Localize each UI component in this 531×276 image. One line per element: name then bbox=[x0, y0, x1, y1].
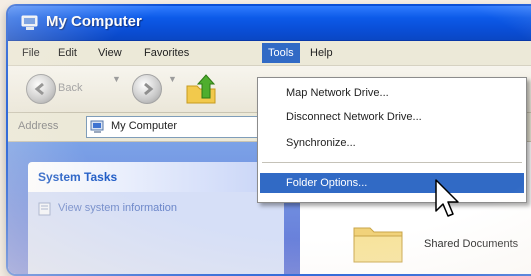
address-label: Address bbox=[18, 120, 59, 132]
my-computer-icon bbox=[21, 15, 38, 30]
menu-favorites[interactable]: Favorites bbox=[138, 45, 195, 62]
back-label: Back bbox=[58, 82, 83, 94]
menu-help[interactable]: Help bbox=[304, 45, 339, 62]
address-value: My Computer bbox=[111, 120, 178, 132]
back-circle bbox=[26, 74, 56, 104]
menu-separator bbox=[262, 162, 522, 163]
menu-item-folder-options[interactable]: Folder Options... bbox=[260, 173, 524, 193]
mouse-pointer-icon bbox=[435, 179, 459, 217]
back-arrow-icon bbox=[34, 82, 44, 96]
tools-menu-dropdown: Map Network Drive... Disconnect Network … bbox=[257, 77, 527, 203]
menu-tools[interactable]: Tools bbox=[262, 43, 300, 63]
shared-documents-label[interactable]: Shared Documents bbox=[424, 238, 518, 250]
back-dropdown-icon[interactable]: ▼ bbox=[112, 74, 121, 84]
task-view-system-info[interactable]: View system information bbox=[58, 202, 177, 214]
back-button[interactable]: Back bbox=[26, 74, 106, 104]
menu-view[interactable]: View bbox=[92, 45, 128, 62]
shared-documents-folder-icon[interactable] bbox=[352, 220, 404, 264]
my-computer-small-icon bbox=[90, 120, 104, 133]
forward-arrow-icon bbox=[144, 82, 154, 96]
window-title: My Computer bbox=[46, 13, 142, 30]
system-tasks-body: View system information bbox=[28, 192, 284, 274]
menu-item-map-network-drive[interactable]: Map Network Drive... bbox=[260, 83, 524, 103]
forward-dropdown-icon[interactable]: ▼ bbox=[168, 74, 177, 84]
up-folder-icon[interactable] bbox=[184, 72, 220, 106]
system-info-icon bbox=[38, 202, 51, 216]
menu-item-synchronize[interactable]: Synchronize... bbox=[260, 133, 524, 153]
menu-bar: File Edit View Favorites Tools Help bbox=[8, 41, 531, 66]
menu-item-disconnect-network-drive[interactable]: Disconnect Network Drive... bbox=[260, 107, 524, 127]
title-bar[interactable]: My Computer bbox=[8, 6, 531, 41]
menu-edit[interactable]: Edit bbox=[52, 45, 83, 62]
system-tasks-header[interactable]: System Tasks « bbox=[28, 162, 284, 192]
system-tasks-title: System Tasks bbox=[38, 170, 118, 184]
forward-circle bbox=[132, 74, 162, 104]
menu-file[interactable]: File bbox=[16, 45, 46, 62]
forward-button[interactable] bbox=[132, 74, 162, 104]
